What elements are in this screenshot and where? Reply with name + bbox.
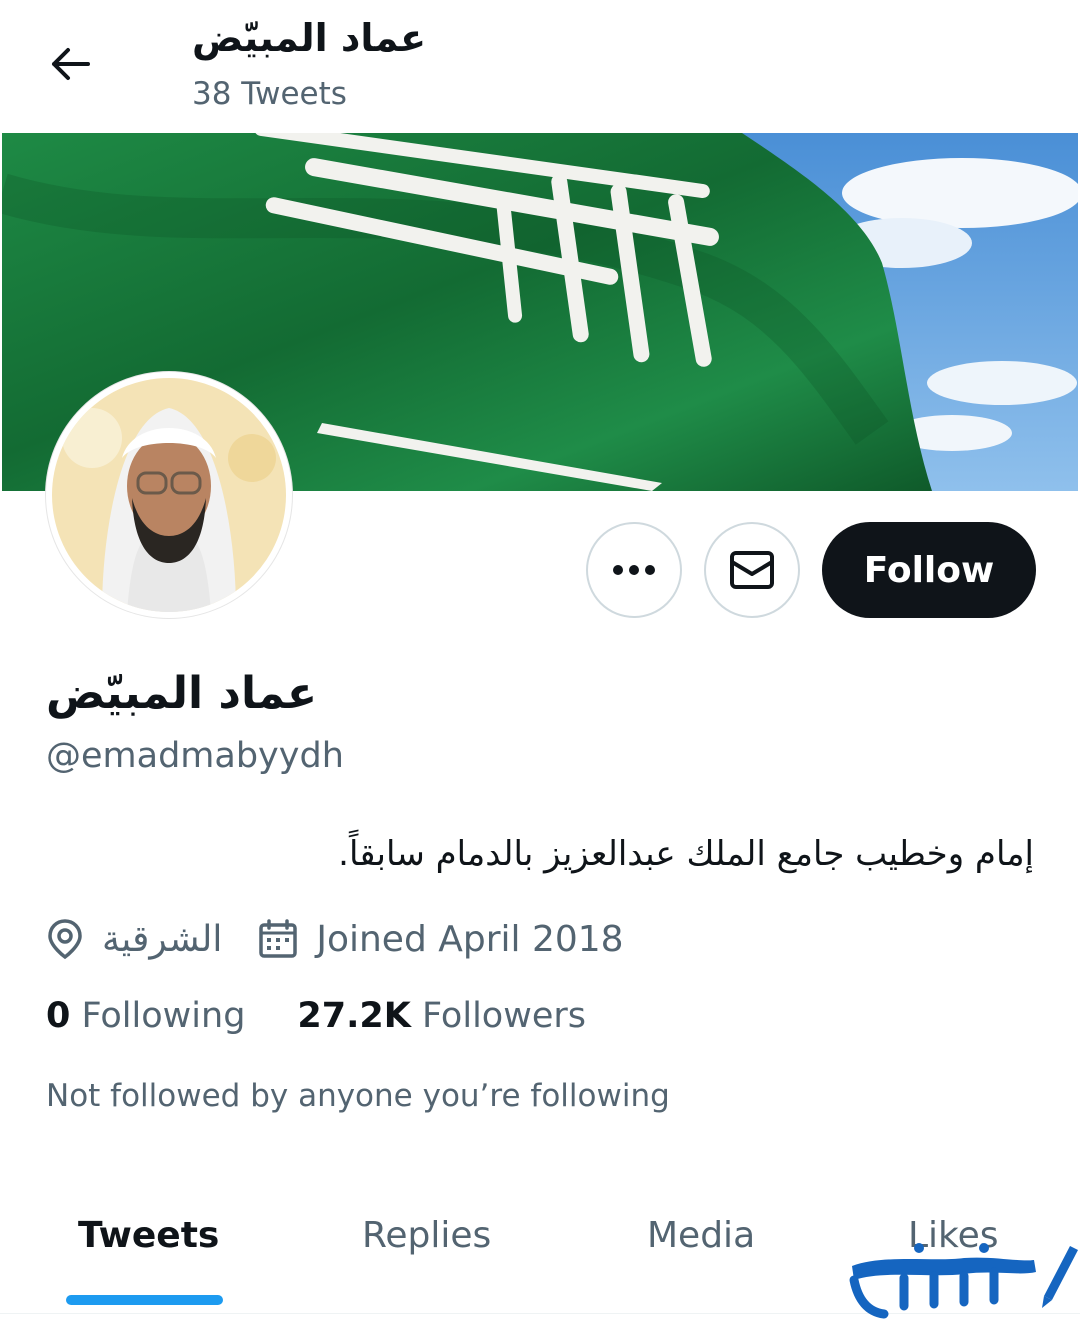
header-title: عماد المبيّض [192, 16, 427, 60]
message-button[interactable] [704, 522, 800, 618]
following-link[interactable]: 0 Following [46, 996, 245, 1036]
location-text: الشرقية [102, 918, 223, 960]
followers-count: 27.2K [297, 996, 411, 1036]
back-button[interactable] [40, 34, 100, 94]
top-bar: عماد المبيّض 38 Tweets [0, 0, 1080, 132]
follow-stats: 0 Following 27.2K Followers [46, 996, 638, 1036]
follow-button[interactable]: Follow [822, 522, 1036, 618]
header-tweet-count: 38 Tweets [192, 76, 347, 112]
profile-bio: إمام وخطيب جامع الملك عبدالعزيز بالدمام … [338, 834, 1034, 874]
display-name: عماد المبيّض [46, 668, 318, 719]
watermark-logo [844, 1236, 1080, 1325]
arrow-left-icon [52, 48, 90, 80]
envelope-icon [730, 551, 774, 589]
join-date-text: Joined April 2018 [316, 918, 624, 960]
following-count: 0 [46, 996, 71, 1036]
followers-link[interactable]: 27.2K Followers [297, 996, 586, 1036]
profile-handle: @emadmabyydh [46, 736, 344, 776]
join-date: Joined April 2018 [258, 918, 624, 960]
location-pin-icon [48, 919, 82, 960]
more-horizontal-icon [613, 565, 655, 575]
profile-avatar[interactable] [46, 372, 292, 618]
location: الشرقية [46, 918, 222, 960]
profile-meta: الشرقية Joined April 2018 [46, 912, 660, 966]
following-label: Following [81, 996, 246, 1036]
pen-logo-icon [849, 1243, 1078, 1319]
tab-replies[interactable]: Replies [362, 1215, 491, 1256]
tab-media[interactable]: Media [647, 1215, 755, 1256]
avatar-image [52, 378, 286, 612]
more-options-button[interactable] [586, 522, 682, 618]
social-context: Not followed by anyone you’re following [46, 1078, 670, 1114]
tab-tweets[interactable]: Tweets [78, 1215, 219, 1256]
followers-label: Followers [422, 996, 586, 1036]
calendar-icon [259, 919, 298, 958]
active-tab-indicator [66, 1295, 223, 1305]
